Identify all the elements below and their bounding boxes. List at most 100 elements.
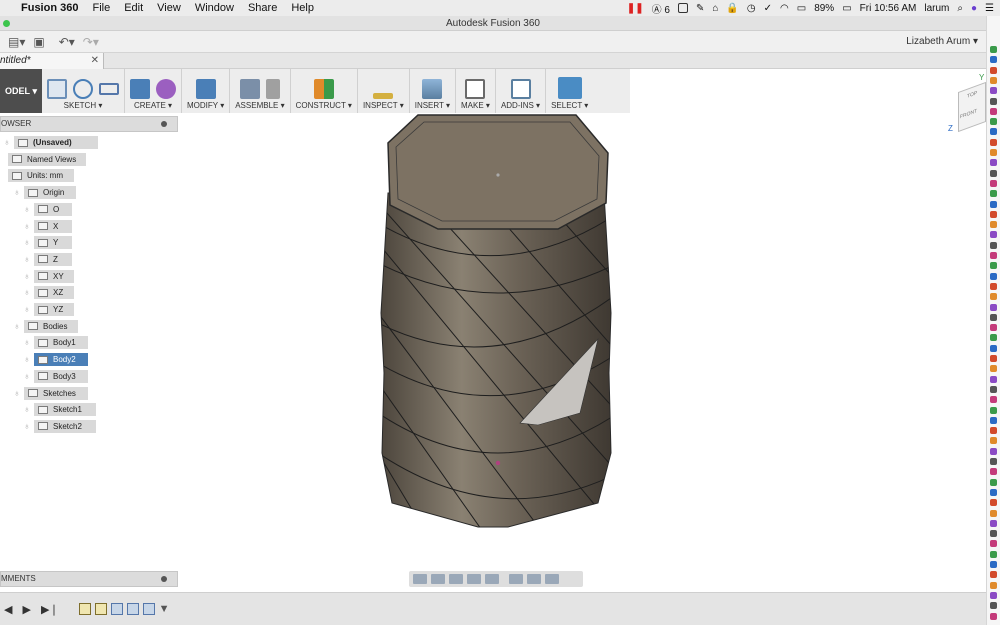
strip-app-icon[interactable] bbox=[990, 118, 997, 126]
modify-group[interactable]: MODIFY bbox=[182, 69, 231, 113]
strip-app-icon[interactable] bbox=[990, 602, 997, 610]
strip-app-icon[interactable] bbox=[990, 571, 997, 579]
browser-node[interactable]: Named Views bbox=[8, 152, 86, 166]
browser-node[interactable]: XY bbox=[34, 269, 74, 283]
strip-app-icon[interactable] bbox=[990, 149, 997, 156]
strip-app-icon[interactable] bbox=[990, 56, 997, 64]
view-cube-front[interactable]: FRONT bbox=[960, 108, 977, 120]
browser-node[interactable]: Bodies bbox=[24, 319, 78, 333]
visibility-bulb-icon[interactable]: ♁ bbox=[23, 237, 31, 247]
orbit-icon[interactable] bbox=[413, 574, 427, 584]
file-menu-icon[interactable]: ▤▾ bbox=[8, 35, 25, 49]
strip-app-icon[interactable] bbox=[990, 447, 997, 455]
browser-node[interactable]: (Unsaved) bbox=[14, 136, 98, 149]
check-icon[interactable]: ✓ bbox=[764, 3, 772, 14]
viewports-icon[interactable] bbox=[545, 574, 559, 584]
strip-app-icon[interactable] bbox=[990, 334, 997, 342]
strip-app-icon[interactable] bbox=[990, 303, 997, 311]
browser-node[interactable]: Origin bbox=[24, 186, 76, 200]
visibility-bulb-icon[interactable]: ♁ bbox=[23, 371, 31, 381]
visibility-bulb-icon[interactable]: ♁ bbox=[23, 221, 31, 231]
sketch-point[interactable] bbox=[495, 460, 501, 466]
strip-app-icon[interactable] bbox=[990, 313, 997, 321]
browser-node[interactable]: Y bbox=[34, 236, 72, 250]
insert-image-icon[interactable] bbox=[422, 79, 443, 99]
browser-pin-icon[interactable] bbox=[161, 121, 167, 127]
pause-icon[interactable]: ❚❚ bbox=[627, 3, 644, 14]
browser-node[interactable]: X bbox=[34, 219, 72, 233]
extrude-icon[interactable] bbox=[130, 79, 150, 99]
evernote-icon[interactable]: ✎ bbox=[696, 3, 704, 14]
visibility-bulb-icon[interactable]: ♁ bbox=[23, 337, 31, 347]
strip-app-icon[interactable] bbox=[990, 169, 997, 177]
top-center-point[interactable] bbox=[496, 173, 500, 177]
assemble-group[interactable]: ASSEMBLE bbox=[230, 69, 291, 113]
display-settings-icon[interactable] bbox=[509, 574, 523, 584]
create-group[interactable]: CREATE bbox=[125, 69, 182, 113]
add-ins-group[interactable]: ADD-INS bbox=[496, 69, 547, 113]
notification-center-icon[interactable]: ☰ bbox=[985, 3, 994, 14]
strip-app-icon[interactable] bbox=[990, 97, 997, 105]
strip-app-icon[interactable] bbox=[990, 324, 997, 332]
create-sketch-icon[interactable] bbox=[47, 79, 67, 99]
visibility-bulb-icon[interactable]: ♁ bbox=[13, 187, 21, 197]
view-cube-top[interactable]: TOP bbox=[967, 90, 977, 100]
timeline-sketch2-icon[interactable] bbox=[94, 603, 107, 615]
strip-app-icon[interactable] bbox=[990, 385, 997, 393]
menu-file[interactable]: File bbox=[85, 2, 117, 14]
airplay-icon[interactable]: ▭ bbox=[797, 3, 806, 14]
strip-app-icon[interactable] bbox=[990, 478, 997, 486]
timeline-combine-icon[interactable] bbox=[142, 603, 155, 615]
window-zoom-button[interactable] bbox=[3, 20, 10, 27]
visibility-bulb-icon[interactable]: ♁ bbox=[23, 287, 31, 297]
select-icon[interactable] bbox=[557, 77, 582, 99]
make-group[interactable]: MAKE bbox=[456, 69, 496, 113]
visibility-bulb-icon[interactable]: ♁ bbox=[13, 321, 21, 331]
view-cube[interactable]: Y Z FRONT TOP bbox=[946, 73, 986, 143]
zoom-icon[interactable] bbox=[467, 574, 481, 584]
timeline-marker-icon[interactable]: ▼ bbox=[159, 603, 170, 615]
browser-node[interactable]: Body1 bbox=[34, 336, 88, 350]
strip-app-icon[interactable] bbox=[990, 262, 997, 270]
visibility-bulb-icon[interactable]: ♁ bbox=[23, 204, 31, 214]
document-tab[interactable]: ntitled* ✕ bbox=[0, 53, 104, 69]
line-icon[interactable] bbox=[73, 79, 93, 99]
menu-view[interactable]: View bbox=[150, 2, 188, 14]
strip-app-icon[interactable] bbox=[990, 231, 997, 239]
strip-app-icon[interactable] bbox=[990, 519, 997, 527]
adobe-badge[interactable]: Ⓐ 6 bbox=[652, 1, 670, 16]
comments-add-icon[interactable] bbox=[161, 576, 167, 582]
visibility-bulb-icon[interactable]: ♁ bbox=[23, 354, 31, 364]
redo-icon[interactable]: ↷▾ bbox=[83, 35, 99, 49]
body-side[interactable] bbox=[380, 192, 612, 528]
strip-app-icon[interactable] bbox=[990, 468, 997, 476]
visibility-bulb-icon[interactable]: ♁ bbox=[13, 388, 21, 398]
strip-app-icon[interactable] bbox=[990, 355, 997, 362]
3d-print-icon[interactable] bbox=[465, 79, 486, 99]
browser-node[interactable]: O bbox=[34, 202, 72, 216]
strip-app-icon[interactable] bbox=[990, 365, 997, 373]
strip-app-icon[interactable] bbox=[990, 530, 997, 538]
select-group[interactable]: SELECT bbox=[546, 69, 593, 113]
insert-group[interactable]: INSERT bbox=[410, 69, 457, 113]
menubar-user[interactable]: larum bbox=[924, 3, 949, 14]
strip-app-icon[interactable] bbox=[990, 509, 997, 517]
lock-icon[interactable]: 🔒 bbox=[726, 3, 738, 14]
browser-node[interactable]: XZ bbox=[34, 286, 74, 300]
measure-icon[interactable] bbox=[373, 93, 394, 99]
browser-node[interactable]: YZ bbox=[34, 303, 74, 316]
strip-app-icon[interactable] bbox=[990, 200, 997, 208]
top-face[interactable] bbox=[387, 114, 609, 230]
strip-app-icon[interactable] bbox=[990, 396, 997, 404]
strip-app-icon[interactable] bbox=[990, 272, 997, 280]
menubar-app-icon[interactable] bbox=[677, 3, 688, 13]
browser-node[interactable]: Body3 bbox=[34, 369, 88, 383]
close-tab-icon[interactable]: ✕ bbox=[91, 53, 99, 69]
strip-app-icon[interactable] bbox=[990, 221, 997, 229]
menu-share[interactable]: Share bbox=[241, 2, 284, 14]
strip-app-icon[interactable] bbox=[990, 87, 997, 95]
home-icon[interactable]: ⌂ bbox=[712, 3, 718, 14]
rectangle-icon[interactable] bbox=[99, 83, 119, 95]
browser-node[interactable]: Z bbox=[34, 252, 72, 266]
strip-app-icon[interactable] bbox=[990, 550, 997, 558]
